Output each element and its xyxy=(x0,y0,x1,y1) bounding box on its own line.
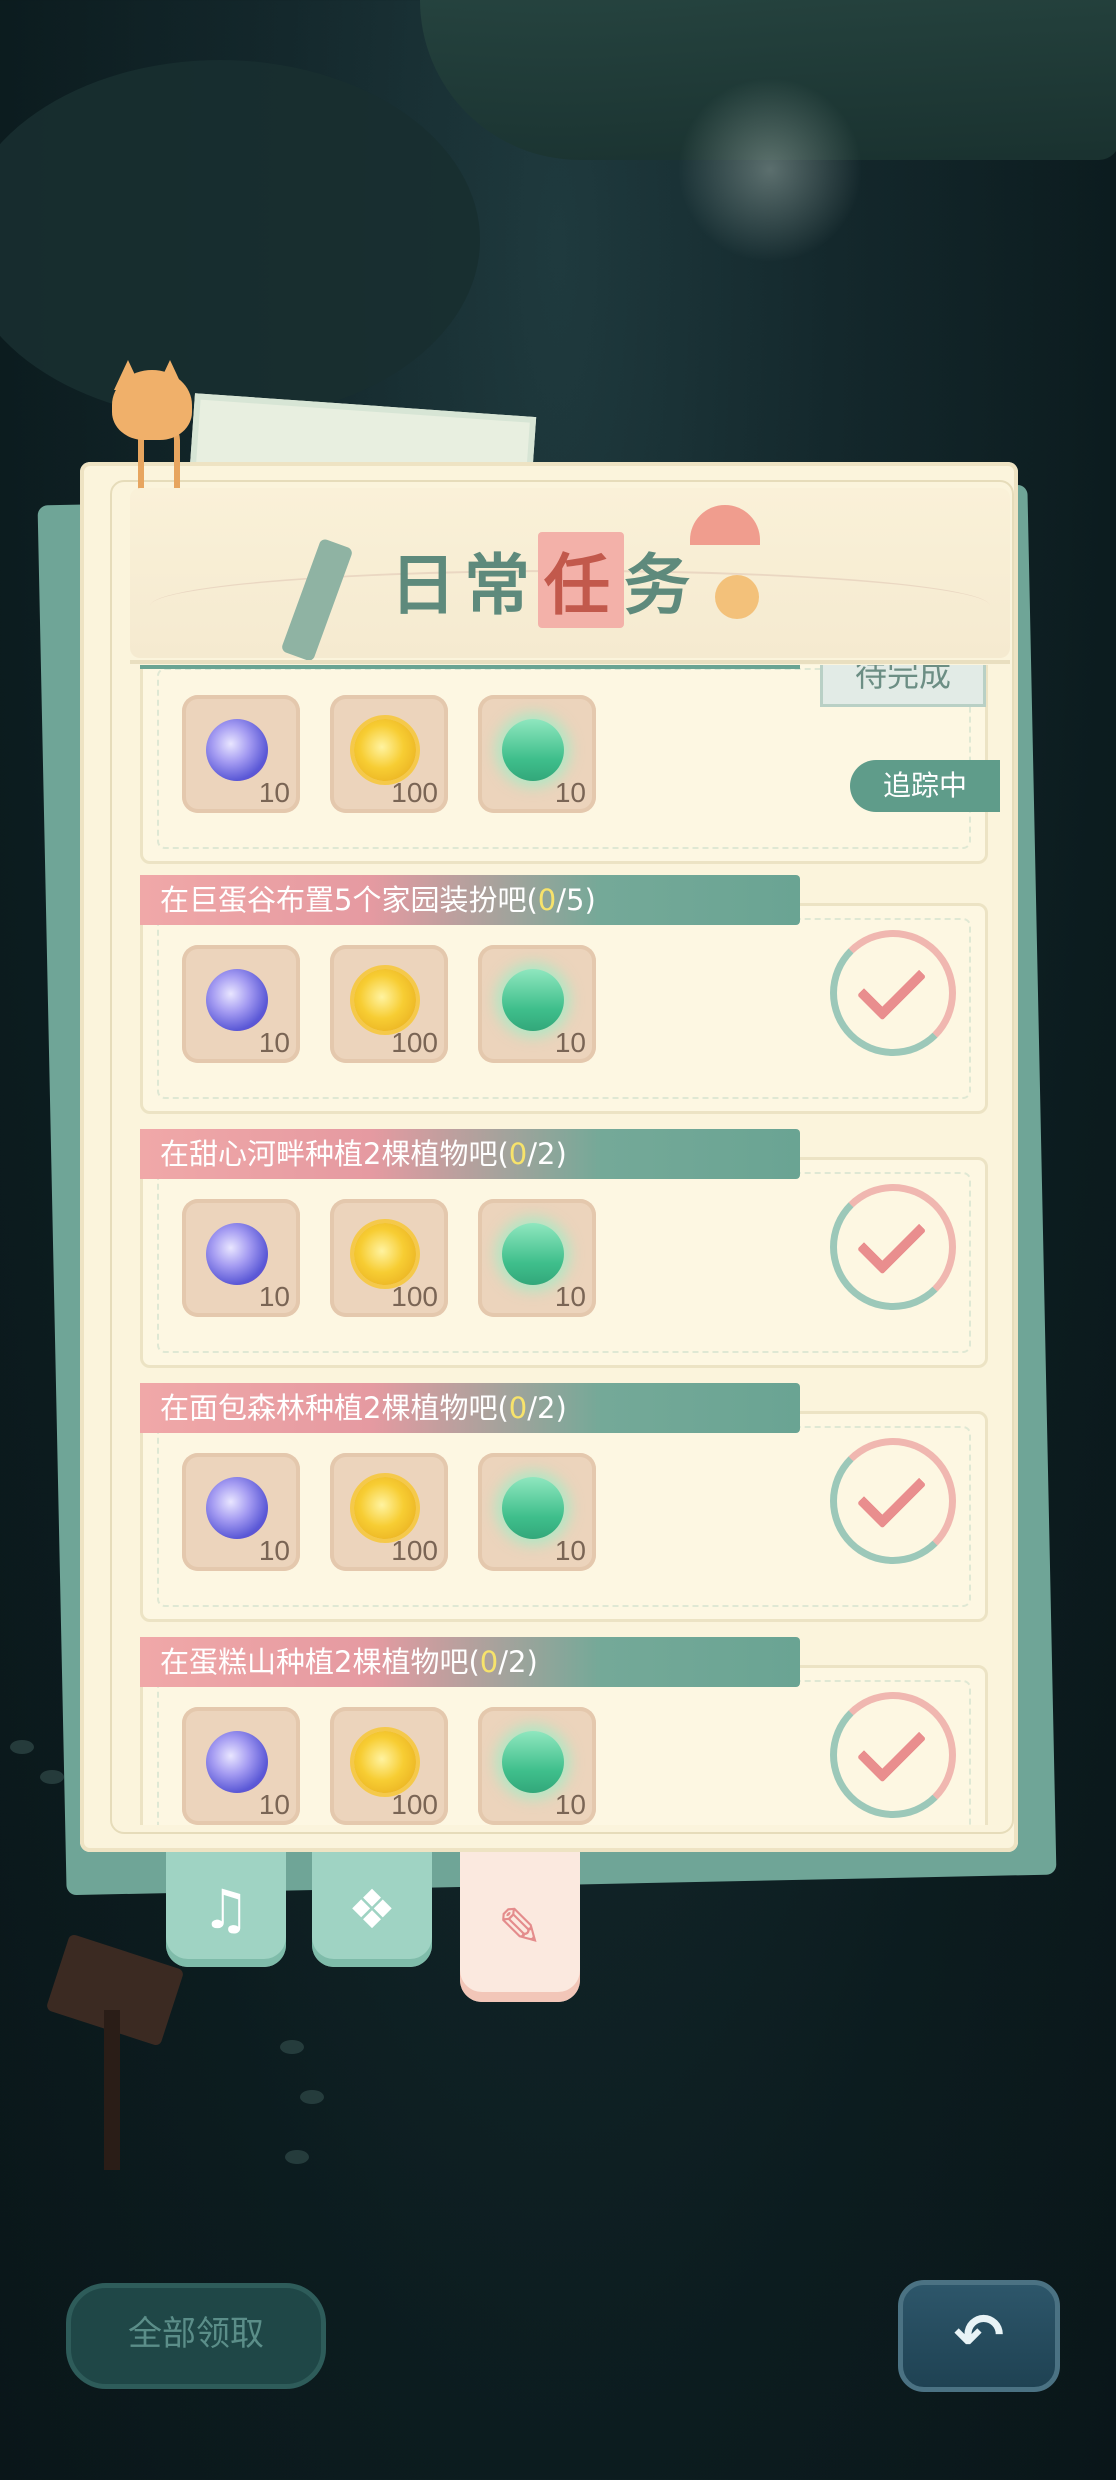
task-title-strip xyxy=(140,665,800,669)
reward-slot[interactable]: 100 xyxy=(330,945,448,1063)
moon-token-icon xyxy=(206,719,268,781)
title-suffix: 务 xyxy=(624,547,698,624)
page-title: 日常 任 务 xyxy=(390,532,698,628)
title-divider xyxy=(130,660,1010,664)
back-arrow-icon: ↶ xyxy=(953,2301,1005,2371)
reward-slot[interactable]: 10 xyxy=(182,1707,300,1825)
background-star-glow xyxy=(670,70,870,270)
reward-amount: 10 xyxy=(554,1027,586,1058)
status-badge-pending: 待完成 xyxy=(820,665,986,707)
tab-tasks[interactable]: ✎ xyxy=(460,1852,580,2002)
reward-amount: 10 xyxy=(258,1535,290,1566)
task-item: 在甜心河畔种植2棵植物吧(0/2) 10 100 10 xyxy=(140,1129,990,1368)
background-pebble xyxy=(10,1740,34,1754)
gold-coin-icon xyxy=(354,1477,416,1539)
reward-slot[interactable]: 100 xyxy=(330,1199,448,1317)
task-list-icon: ✎ xyxy=(497,1895,543,1959)
reward-amount: 100 xyxy=(391,1027,438,1058)
claim-button[interactable] xyxy=(830,1438,956,1564)
task-title: 在蛋糕山种植2棵植物吧(0/2) xyxy=(140,1637,800,1687)
reward-amount: 10 xyxy=(258,1789,290,1820)
reward-slot[interactable]: 100 xyxy=(330,1453,448,1571)
gold-coin-icon xyxy=(354,1731,416,1793)
task-item-tracked: 10 100 10 待完成 追踪中 xyxy=(140,665,1000,864)
task-text: 在巨蛋谷布置5个家园装扮吧( xyxy=(160,883,538,917)
reward-amount: 10 xyxy=(258,1027,290,1058)
reward-slot[interactable]: 10 xyxy=(478,1453,596,1571)
claim-button[interactable] xyxy=(830,1184,956,1310)
reward-slot[interactable]: 10 xyxy=(478,1199,596,1317)
moon-token-icon xyxy=(206,969,268,1031)
reward-slot[interactable]: 10 xyxy=(478,695,596,813)
reward-amount: 10 xyxy=(258,777,290,808)
cat-clip-icon xyxy=(112,370,192,440)
title-highlight: 任 xyxy=(538,532,624,628)
task-text: 在面包森林种植2棵植物吧( xyxy=(160,1391,509,1425)
moon-token-icon xyxy=(206,1731,268,1793)
title-prefix: 日常 xyxy=(390,547,538,624)
reward-amount: 10 xyxy=(258,1281,290,1312)
moon-token-icon xyxy=(206,1477,268,1539)
task-progress: 0 xyxy=(508,1391,528,1425)
task-item: 在巨蛋谷布置5个家园装扮吧(0/5) 10 100 10 xyxy=(140,875,990,1114)
reward-slot[interactable]: 10 xyxy=(478,1707,596,1825)
reward-amount: 100 xyxy=(391,1535,438,1566)
task-progress: 0 xyxy=(508,1137,528,1171)
task-list[interactable]: 10 100 10 待完成 追踪中 在巨蛋谷布置5个家园装扮吧(0/5) 10 … xyxy=(130,665,1010,1825)
check-icon xyxy=(856,1459,927,1529)
task-text: 在甜心河畔种植2棵植物吧( xyxy=(160,1137,509,1171)
check-icon xyxy=(856,1713,927,1783)
task-progress: 0 xyxy=(479,1645,499,1679)
check-icon xyxy=(856,951,927,1021)
reward-amount: 100 xyxy=(391,1281,438,1312)
reward-slot[interactable]: 10 xyxy=(182,1453,300,1571)
check-icon xyxy=(856,1205,927,1275)
background-pebble xyxy=(285,2150,309,2164)
reward-amount: 10 xyxy=(554,1789,586,1820)
flower-icon xyxy=(715,575,759,619)
task-progress: 0 xyxy=(537,883,557,917)
reward-slot[interactable]: 10 xyxy=(182,1199,300,1317)
claim-button[interactable] xyxy=(830,1692,956,1818)
background-bush xyxy=(0,60,480,420)
claim-all-button[interactable]: 全部领取 xyxy=(66,2283,326,2389)
claim-button[interactable] xyxy=(830,930,956,1056)
back-button[interactable]: ↶ xyxy=(898,2280,1060,2392)
task-title: 在面包森林种植2棵植物吧(0/2) xyxy=(140,1383,800,1433)
signpost-pole xyxy=(104,2010,120,2170)
moon-token-icon xyxy=(206,1223,268,1285)
reward-amount: 10 xyxy=(554,1281,586,1312)
background-pebble xyxy=(300,2090,324,2104)
gold-coin-icon xyxy=(354,969,416,1031)
gold-coin-icon xyxy=(354,719,416,781)
reward-slot[interactable]: 10 xyxy=(478,945,596,1063)
reward-amount: 100 xyxy=(391,1789,438,1820)
task-item: 在面包森林种植2棵植物吧(0/2) 10 100 10 xyxy=(140,1383,990,1622)
reward-amount: 100 xyxy=(391,777,438,808)
task-total: /2) xyxy=(527,1137,567,1171)
reward-amount: 10 xyxy=(554,1535,586,1566)
reward-slot[interactable]: 100 xyxy=(330,1707,448,1825)
gold-coin-icon xyxy=(354,1223,416,1285)
task-title: 在甜心河畔种植2棵植物吧(0/2) xyxy=(140,1129,800,1179)
background-pebble xyxy=(280,2040,304,2054)
reward-amount: 10 xyxy=(554,777,586,808)
reward-slot[interactable]: 10 xyxy=(182,695,300,813)
tab-pet-book[interactable]: ❖ xyxy=(312,1852,432,1967)
paw-book-icon: ❖ xyxy=(347,1878,397,1941)
task-text: 在蛋糕山种植2棵植物吧( xyxy=(160,1645,480,1679)
task-total: /5) xyxy=(556,883,596,917)
task-title: 在巨蛋谷布置5个家园装扮吧(0/5) xyxy=(140,875,800,925)
reward-slot[interactable]: 10 xyxy=(182,945,300,1063)
background-pebble xyxy=(40,1770,64,1784)
task-item: 在蛋糕山种植2棵植物吧(0/2) 10 100 10 xyxy=(140,1637,990,1825)
task-total: /2) xyxy=(527,1391,567,1425)
tracking-button[interactable]: 追踪中 xyxy=(850,760,1000,812)
reward-slot[interactable]: 100 xyxy=(330,695,448,813)
music-note-icon: ♫ xyxy=(201,1878,251,1941)
tab-music[interactable]: ♫ xyxy=(166,1852,286,1967)
task-total: /2) xyxy=(498,1645,538,1679)
